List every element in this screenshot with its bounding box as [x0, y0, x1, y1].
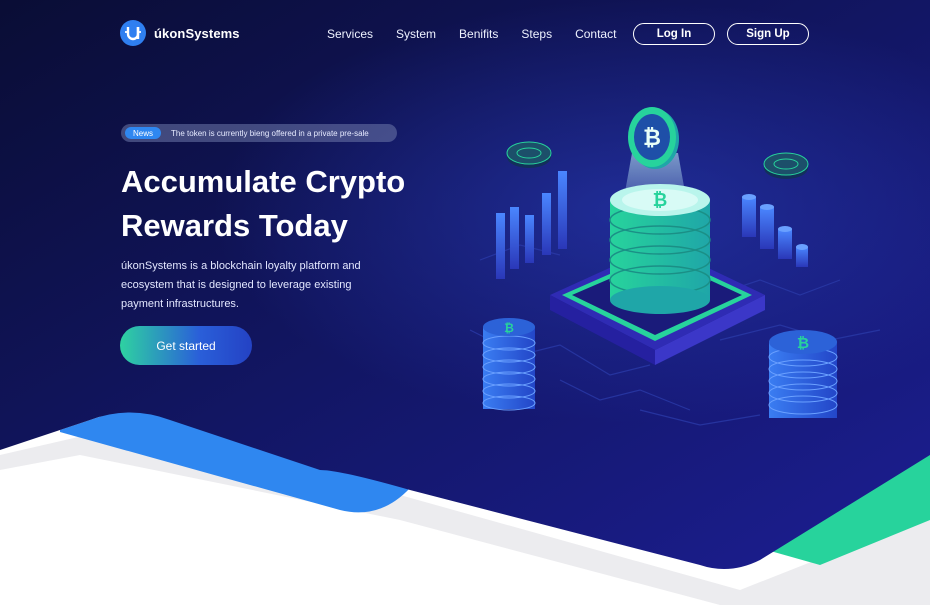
hero-title-line-1: Accumulate Crypto [121, 164, 406, 199]
coin-stack-left: ₿ [482, 318, 536, 411]
news-banner[interactable]: News The token is currently bieng offere… [121, 124, 397, 142]
bitcoin-icon: ₿ [504, 321, 514, 335]
landing-page: úkonSystems Services System Benifits Ste… [0, 0, 930, 605]
brand-logo[interactable]: úkonSystems [120, 20, 240, 46]
nav-link-steps[interactable]: Steps [521, 27, 552, 41]
hero-title: Accumulate Crypto Rewards Today [121, 160, 451, 248]
main-nav: Services System Benifits Steps Contact [327, 27, 616, 41]
signup-button[interactable]: Sign Up [727, 23, 809, 45]
nav-link-services[interactable]: Services [327, 27, 373, 41]
nav-link-benifits[interactable]: Benifits [459, 27, 498, 41]
login-button[interactable]: Log In [633, 23, 715, 45]
logo-u-icon [120, 20, 146, 46]
floating-coin-right [763, 152, 809, 179]
bitcoin-icon: ₿ [643, 126, 661, 151]
floating-coin-left [506, 141, 552, 168]
get-started-button[interactable]: Get started [120, 326, 252, 365]
bitcoin-icon: ₿ [653, 190, 668, 211]
brand-name: úkonSystems [154, 25, 240, 41]
nav-link-system[interactable]: System [396, 27, 436, 41]
crypto-illustration: ₿ ₿ ₿ ₿ [482, 107, 838, 418]
coin-stack-center: ₿ [609, 184, 711, 314]
hero-title-line-2: Rewards Today [121, 208, 348, 243]
cylinder-chart-right [742, 194, 808, 267]
bitcoin-icon: ₿ [797, 334, 809, 352]
hero-description: úkonSystems is a blockchain loyalty plat… [121, 260, 361, 310]
coin-stack-right: ₿ [768, 330, 838, 418]
news-badge: News [125, 127, 162, 139]
bar-chart-left [496, 171, 567, 279]
news-text: The token is currently bieng offered in … [171, 128, 369, 138]
nav-link-contact[interactable]: Contact [575, 27, 616, 41]
